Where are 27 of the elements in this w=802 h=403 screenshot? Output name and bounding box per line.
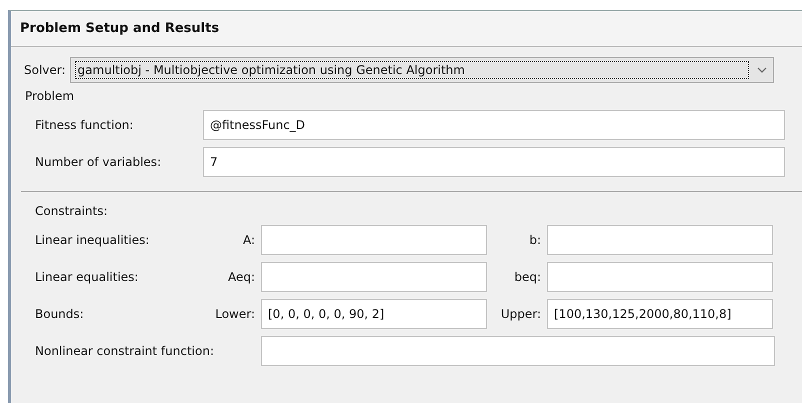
field-label: b: — [528, 233, 541, 247]
field-label: Number of variables: — [35, 155, 162, 169]
input-field[interactable] — [261, 262, 487, 292]
input-field[interactable] — [261, 225, 487, 255]
field-label: beq: — [513, 270, 541, 284]
field-label: Upper: — [500, 307, 541, 321]
section-title: Constraints: — [35, 204, 109, 218]
field-label: Nonlinear constraint function: — [35, 344, 215, 358]
panel-title: Problem Setup and Results — [11, 11, 802, 47]
field-label: Lower: — [214, 307, 255, 321]
solver-dropdown[interactable]: gamultiobj - Multiobjective optimization using Genetic Algorithm — [70, 57, 774, 83]
input-field[interactable]: [100,130,125,2000,80,110,8] — [547, 299, 773, 329]
field-label: Bounds: — [35, 307, 85, 321]
field-label: Linear equalities: — [35, 270, 140, 284]
solver-label: Solver: — [24, 63, 66, 77]
input-field[interactable] — [547, 262, 773, 292]
group-title: Problem — [25, 89, 74, 103]
input-field[interactable] — [547, 225, 773, 255]
input-field[interactable]: 7 — [203, 147, 785, 177]
caret-icon — [756, 67, 767, 73]
input-field[interactable]: @fitnessFunc_D — [203, 110, 785, 140]
field-label: Fitness function: — [35, 118, 134, 132]
field-label: Aeq: — [226, 270, 255, 284]
field-label: A: — [242, 233, 255, 247]
input-field[interactable] — [261, 336, 775, 366]
input-field[interactable]: [0, 0, 0, 0, 0, 90, 2] — [261, 299, 487, 329]
field-label: Linear inequalities: — [35, 233, 150, 247]
